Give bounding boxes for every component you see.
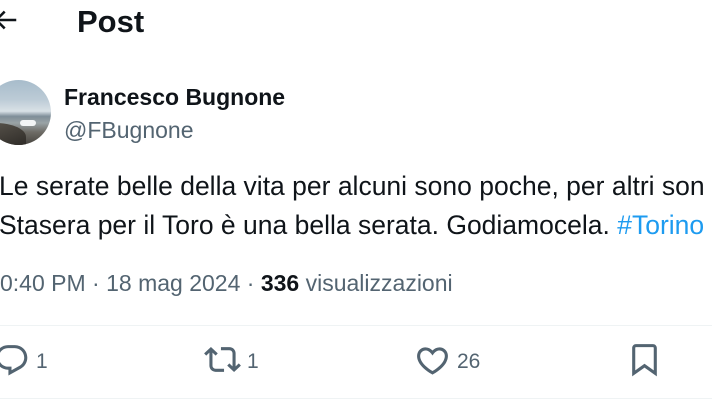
reply-icon xyxy=(0,345,28,376)
meta-separator: · xyxy=(246,270,255,296)
tweet-text: Stasera per il Toro è una bella serata. … xyxy=(0,210,610,240)
repost-count: 1 xyxy=(247,350,259,373)
post-time[interactable]: 0:40 PM xyxy=(0,270,86,296)
arrow-left-icon xyxy=(0,10,17,30)
tweet-meta: 0:40 PM · 18 mag 2024 · 336 visualizzazi… xyxy=(0,269,712,297)
tweet-text-line: Le serate belle della vita per alcuni so… xyxy=(0,166,712,206)
author-handle[interactable]: @FBugnone xyxy=(64,117,194,143)
like-count: 26 xyxy=(457,350,481,373)
views-count[interactable]: 336 xyxy=(261,270,299,296)
divider xyxy=(0,325,712,326)
bookmark-button[interactable] xyxy=(626,341,663,378)
author-name[interactable]: Francesco Bugnone xyxy=(64,84,285,110)
heart-icon xyxy=(417,347,448,375)
divider xyxy=(0,398,712,399)
reply-count: 1 xyxy=(36,350,48,373)
back-button[interactable] xyxy=(0,5,20,35)
hashtag-link[interactable]: #Torino xyxy=(617,210,704,240)
views-label: visualizzazioni xyxy=(305,270,453,296)
tweet-text: Le serate belle della vita per alcuni so… xyxy=(0,171,705,201)
like-button[interactable] xyxy=(414,342,451,379)
bookmark-icon xyxy=(632,344,657,377)
post-date[interactable]: 18 mag 2024 xyxy=(106,270,240,296)
page-title: Post xyxy=(77,4,145,39)
retweet-icon xyxy=(204,346,241,373)
tweet-text-line: Stasera per il Toro è una bella serata. … xyxy=(0,205,712,245)
meta-separator: · xyxy=(92,270,100,296)
avatar[interactable] xyxy=(0,80,51,145)
repost-button[interactable] xyxy=(204,341,241,378)
reply-button[interactable] xyxy=(0,342,30,379)
